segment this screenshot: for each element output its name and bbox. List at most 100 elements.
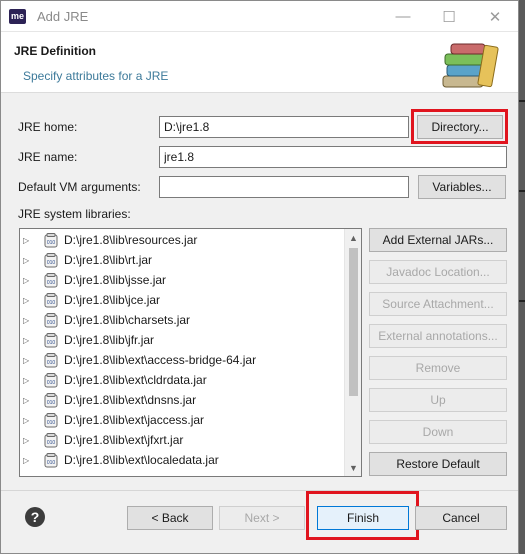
maximize-button[interactable]: ☐ xyxy=(426,1,472,32)
scroll-down-icon[interactable]: ▼ xyxy=(345,459,361,476)
down-button[interactable]: Down xyxy=(369,420,507,444)
external-annotations-button[interactable]: External annotations... xyxy=(369,324,507,348)
jar-file-icon: 010 xyxy=(44,452,58,467)
libraries-scrollbar[interactable]: ▲ ▼ xyxy=(344,229,361,476)
library-path: D:\jre1.8\lib\ext\access-bridge-64.jar xyxy=(64,353,257,367)
next-button[interactable]: Next > xyxy=(219,506,305,530)
finish-button[interactable]: Finish xyxy=(317,506,409,530)
help-icon[interactable]: ? xyxy=(25,507,45,527)
source-attachment-button[interactable]: Source Attachment... xyxy=(369,292,507,316)
svg-text:010: 010 xyxy=(47,420,56,426)
banner-description: Specify attributes for a JRE xyxy=(23,69,169,83)
library-path: D:\jre1.8\lib\resources.jar xyxy=(64,233,198,247)
library-path: D:\jre1.8\lib\ext\localedata.jar xyxy=(64,453,219,467)
svg-text:010: 010 xyxy=(47,300,56,306)
library-path: D:\jre1.8\lib\jsse.jar xyxy=(64,273,167,287)
jar-file-icon: 010 xyxy=(44,412,58,427)
library-path: D:\jre1.8\lib\ext\dnsns.jar xyxy=(64,393,197,407)
expand-arrow-icon[interactable]: ▷ xyxy=(23,316,35,325)
svg-text:010: 010 xyxy=(47,400,56,406)
add-jre-dialog: me Add JRE — ☐ ✕ JRE Definition Specify … xyxy=(0,0,519,554)
up-button[interactable]: Up xyxy=(369,388,507,412)
expand-arrow-icon[interactable]: ▷ xyxy=(23,436,35,445)
svg-text:010: 010 xyxy=(47,340,56,346)
jre-name-label: JRE name: xyxy=(18,150,78,164)
svg-text:010: 010 xyxy=(47,280,56,286)
footer-separator xyxy=(1,490,518,491)
library-path: D:\jre1.8\lib\ext\jaccess.jar xyxy=(64,413,205,427)
expand-arrow-icon[interactable]: ▷ xyxy=(23,356,35,365)
close-button[interactable]: ✕ xyxy=(472,1,518,32)
expand-arrow-icon[interactable]: ▷ xyxy=(23,376,35,385)
svg-text:010: 010 xyxy=(47,440,56,446)
library-books-icon xyxy=(442,43,499,88)
remove-button[interactable]: Remove xyxy=(369,356,507,380)
expand-arrow-icon[interactable]: ▷ xyxy=(23,396,35,405)
svg-text:010: 010 xyxy=(47,320,56,326)
expand-arrow-icon[interactable]: ▷ xyxy=(23,416,35,425)
minimize-button[interactable]: — xyxy=(380,1,426,32)
library-row[interactable]: ▷ 010 D:\jre1.8\lib\jfr.jar xyxy=(20,330,345,350)
jre-name-field[interactable] xyxy=(159,146,507,168)
add-external-jars-button[interactable]: Add External JARs... xyxy=(369,228,507,252)
vm-arguments-label: Default VM arguments: xyxy=(18,180,141,194)
restore-default-button[interactable]: Restore Default xyxy=(369,452,507,476)
jar-file-icon: 010 xyxy=(44,352,58,367)
library-row[interactable]: ▷ 010 D:\jre1.8\lib\ext\dnsns.jar xyxy=(20,390,345,410)
jar-file-icon: 010 xyxy=(44,252,58,267)
eclipse-app-icon: me xyxy=(9,9,26,24)
jar-file-icon: 010 xyxy=(44,232,58,247)
expand-arrow-icon[interactable]: ▷ xyxy=(23,456,35,465)
system-libraries-tree[interactable]: ▷ 010 D:\jre1.8\lib\resources.jar ▷ 010 D:\jr… xyxy=(19,228,362,477)
jar-file-icon: 010 xyxy=(44,432,58,447)
expand-arrow-icon[interactable]: ▷ xyxy=(23,256,35,265)
scrollbar-thumb[interactable] xyxy=(349,248,358,396)
library-row[interactable]: ▷ 010 D:\jre1.8\lib\ext\jfxrt.jar xyxy=(20,430,345,450)
library-row[interactable]: ▷ 010 D:\jre1.8\lib\jsse.jar xyxy=(20,270,345,290)
cancel-button[interactable]: Cancel xyxy=(415,506,507,530)
system-libraries-label: JRE system libraries: xyxy=(18,207,131,221)
jar-file-icon: 010 xyxy=(44,292,58,307)
svg-text:010: 010 xyxy=(47,460,56,466)
library-row[interactable]: ▷ 010 D:\jre1.8\lib\rt.jar xyxy=(20,250,345,270)
library-row[interactable]: ▷ 010 D:\jre1.8\lib\ext\access-bridge-64.j… xyxy=(20,350,345,370)
library-path: D:\jre1.8\lib\jce.jar xyxy=(64,293,161,307)
svg-text:010: 010 xyxy=(47,380,56,386)
directory-button[interactable]: Directory... xyxy=(417,115,503,139)
javadoc-location-button[interactable]: Javadoc Location... xyxy=(369,260,507,284)
window-title: Add JRE xyxy=(37,9,89,24)
library-path: D:\jre1.8\lib\ext\jfxrt.jar xyxy=(64,433,184,447)
jar-file-icon: 010 xyxy=(44,332,58,347)
jre-home-label: JRE home: xyxy=(18,120,78,134)
library-row[interactable]: ▷ 010 D:\jre1.8\lib\resources.jar xyxy=(20,230,345,250)
library-row[interactable]: ▷ 010 D:\jre1.8\lib\jce.jar xyxy=(20,290,345,310)
library-path: D:\jre1.8\lib\ext\cldrdata.jar xyxy=(64,373,207,387)
library-row[interactable]: ▷ 010 D:\jre1.8\lib\ext\jaccess.jar xyxy=(20,410,345,430)
banner-title: JRE Definition xyxy=(14,44,97,58)
library-row[interactable]: ▷ 010 D:\jre1.8\lib\charsets.jar xyxy=(20,310,345,330)
jar-file-icon: 010 xyxy=(44,372,58,387)
library-row[interactable]: ▷ 010 D:\jre1.8\lib\ext\cldrdata.jar xyxy=(20,370,345,390)
library-path: D:\jre1.8\lib\rt.jar xyxy=(64,253,153,267)
title-bar: me Add JRE — ☐ ✕ xyxy=(1,1,518,32)
svg-text:010: 010 xyxy=(47,260,56,266)
back-button[interactable]: < Back xyxy=(127,506,213,530)
jre-home-field[interactable] xyxy=(159,116,409,138)
expand-arrow-icon[interactable]: ▷ xyxy=(23,276,35,285)
jar-file-icon: 010 xyxy=(44,312,58,327)
svg-text:010: 010 xyxy=(47,360,56,366)
expand-arrow-icon[interactable]: ▷ xyxy=(23,236,35,245)
wizard-banner: JRE Definition Specify attributes for a … xyxy=(1,32,518,93)
expand-arrow-icon[interactable]: ▷ xyxy=(23,296,35,305)
scroll-up-icon[interactable]: ▲ xyxy=(345,229,361,246)
library-path: D:\jre1.8\lib\charsets.jar xyxy=(64,313,191,327)
library-row[interactable]: ▷ 010 D:\jre1.8\lib\ext\localedata.jar xyxy=(20,450,345,470)
variables-button[interactable]: Variables... xyxy=(418,175,506,199)
library-path: D:\jre1.8\lib\jfr.jar xyxy=(64,333,155,347)
jar-file-icon: 010 xyxy=(44,392,58,407)
expand-arrow-icon[interactable]: ▷ xyxy=(23,336,35,345)
jar-file-icon: 010 xyxy=(44,272,58,287)
vm-arguments-field[interactable] xyxy=(159,176,409,198)
svg-text:010: 010 xyxy=(47,240,56,246)
background-window-edge xyxy=(519,0,525,554)
